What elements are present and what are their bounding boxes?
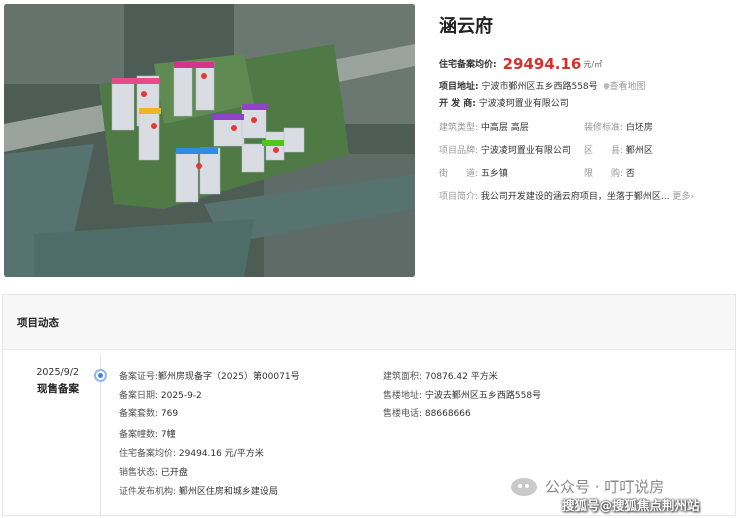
field-avg-price: 住宅备案均价: 29494.16 元/平方米 (119, 449, 264, 459)
district-label: 区 县: (584, 146, 624, 156)
more-link[interactable]: 更多› (672, 192, 694, 202)
street-value: 五乡镇 (480, 169, 508, 179)
decoration-label: 装修标准: (584, 123, 624, 133)
field-record-no: 备案证号:鄞州房现备字（2025）第00071号 (119, 372, 300, 382)
price-row: 住宅备案均价: 29494.16 元/㎡ (439, 55, 603, 73)
project-info-panel: 涵云府 住宅备案均价: 29494.16 元/㎡ 项目地址: 宁波市鄞州区五乡西路5… (439, 0, 739, 280)
price-value: 29494.16 (502, 55, 582, 73)
intro-row: 项目简介: 我公司开发建设的涵云府项目，坐落于鄞州区... 更多› (439, 191, 694, 203)
developer-row: 开 发 商: 宁波凌珂置业有限公司 (439, 98, 569, 110)
timeline-kind: 现售备案 (37, 383, 79, 395)
building-type-value: 中高层 高层 (480, 123, 529, 133)
project-title: 涵云府 (439, 16, 493, 37)
field-sales-status: 销售状态: 已开盘 (119, 468, 188, 478)
limit-row: 限 购: 否 (584, 168, 635, 180)
price-label: 住宅备案均价: (439, 60, 497, 70)
brand-row: 项目品牌: 宁波凌珂置业有限公司 (439, 145, 571, 157)
intro-label: 项目简介: (439, 192, 479, 202)
brand-value: 宁波凌珂置业有限公司 (480, 146, 571, 156)
building-type-row: 建筑类型: 中高层 高层 (439, 122, 529, 134)
decoration-row: 装修标准: 白坯房 (584, 122, 653, 134)
developer-label: 开 发 商: (439, 99, 476, 109)
limit-value: 否 (625, 169, 635, 179)
street-label: 街 道: (439, 169, 479, 179)
timeline-date: 2025/9/2 (36, 367, 79, 378)
wechat-watermark: 公众号 · 叮叮说房 (511, 476, 664, 497)
district-row: 区 县: 鄞州区 (584, 145, 653, 157)
street-row: 街 道: 五乡镇 (439, 168, 508, 180)
wechat-icon (511, 477, 537, 496)
address-label: 项目地址: (439, 82, 479, 92)
district-value: 鄞州区 (625, 146, 653, 156)
intro-value: 我公司开发建设的涵云府项目，坐落于鄞州区... (480, 192, 670, 202)
address-value: 宁波市鄞州区五乡西路558号 (481, 82, 598, 92)
developer-value: 宁波凌珂置业有限公司 (478, 99, 569, 109)
field-sales-address: 售楼地址: 宁波去鄞州区五乡西路558号 (383, 391, 542, 401)
view-map-link[interactable]: 查看地图 (610, 82, 646, 92)
field-record-buildings: 备案幢数: 7幢 (119, 430, 176, 440)
field-record-units: 备案套数: 769 (119, 409, 179, 419)
field-issuer: 证件发布机构: 鄞州区住房和城乡建设局 (119, 487, 278, 497)
project-aerial-image[interactable] (4, 4, 415, 277)
map-pin-icon (603, 83, 609, 90)
section-title: 项目动态 (3, 295, 735, 350)
field-building-area: 建筑面积: 70876.42 平方米 (383, 372, 498, 382)
limit-label: 限 购: (584, 169, 624, 179)
brand-label: 项目品牌: (439, 146, 479, 156)
address-row: 项目地址: 宁波市鄞州区五乡西路558号 查看地图 (439, 81, 646, 93)
building-type-label: 建筑类型: (439, 123, 479, 133)
decoration-value: 白坯房 (625, 123, 653, 133)
timeline-dot-icon (94, 369, 107, 382)
wechat-account-text: 公众号 · 叮叮说房 (545, 478, 665, 496)
aerial-rendering (4, 4, 415, 277)
field-sales-phone: 售楼电话: 88668666 (383, 409, 471, 419)
sohu-watermark: 搜狐号@搜狐焦点荆州站 (562, 498, 700, 513)
price-unit: 元/㎡ (583, 60, 603, 69)
field-record-date: 备案日期: 2025-9-2 (119, 391, 202, 401)
